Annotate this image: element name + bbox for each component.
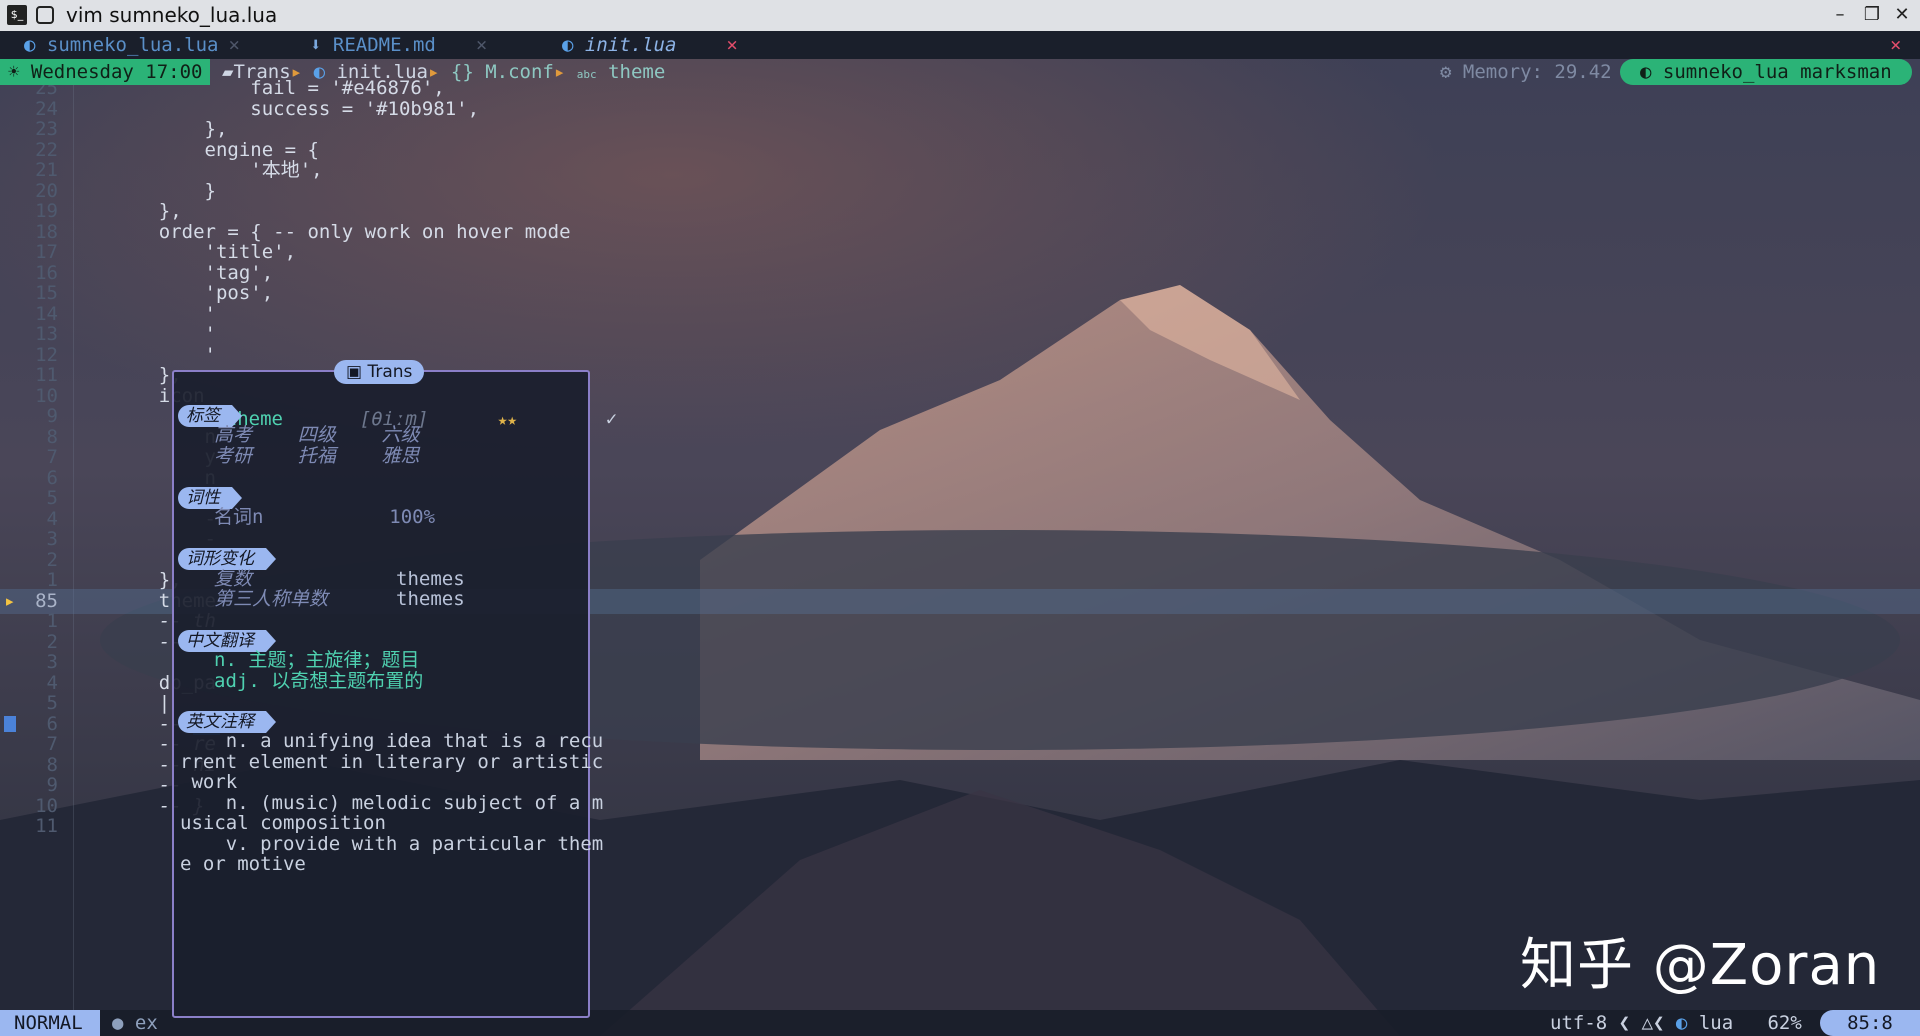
separator-icon: ❮ (1618, 1012, 1631, 1034)
date-time-block: ☀ Wednesday 17:00 (0, 59, 210, 85)
filetype: lua (1698, 1012, 1734, 1034)
mode-indicator: NORMAL (0, 1010, 100, 1036)
window-icon (36, 6, 54, 24)
lua-file-icon: ◐ (24, 34, 36, 56)
chevron-right-icon: ▸ (553, 61, 566, 83)
tab-readme[interactable]: ⬇ README.md × (310, 31, 487, 59)
tab-close-icon[interactable]: × (726, 34, 737, 56)
lua-file-icon: ◐ (313, 61, 326, 83)
lua-file-icon: ◐ (562, 34, 574, 56)
separator-icon: ❮ (1653, 1012, 1665, 1034)
folder-icon: ▰ (222, 61, 234, 83)
definition-line: e or motive (180, 853, 306, 875)
tab-init-lua[interactable]: ◐ init.lua × (562, 31, 738, 59)
frequency-stars: ★★ (497, 410, 518, 429)
breadcrumb: ▰Trans▸ ◐ init.lua▸ {} M.conf▸ abc theme (222, 59, 665, 88)
tab-label: README.md (332, 34, 436, 56)
exchange-value: themes (396, 588, 465, 610)
exchange-label: 第三人称单数 (214, 588, 329, 610)
date-time: Wednesday 17:00 (30, 61, 203, 83)
breadcrumb-table[interactable]: M.conf (485, 61, 554, 83)
cursor-position: 85:8 (1820, 1010, 1920, 1036)
chevron-right-icon: ▸ (290, 61, 303, 83)
watermark: 知乎 @Zoran (1520, 933, 1881, 998)
github-icon: ● (112, 1012, 124, 1034)
minimize-button[interactable]: – (1828, 4, 1852, 26)
memory-indicator: ⚙ Memory: 29.42 (1440, 59, 1612, 85)
line-number: 11 (35, 815, 58, 837)
breadcrumb-folder[interactable]: Trans (233, 61, 290, 83)
sun-icon: ☀ (8, 61, 20, 83)
breadcrumb-field[interactable]: theme (608, 61, 665, 83)
git-branch: ex (134, 1012, 158, 1034)
buffer-tabline: ◐ sumneko_lua.lua × ⬇ README.md × ◐ init.l… (0, 31, 1920, 59)
window-titlebar: $_ vim sumneko_lua.lua – ❐ ✕ (0, 0, 1920, 31)
scroll-percent: 62% (1767, 1012, 1802, 1034)
tab-close-icon[interactable]: × (476, 34, 487, 56)
close-all-tabs-icon[interactable]: × (1890, 31, 1901, 59)
tags-row: 考研 托福 雅思 (214, 445, 420, 467)
object-icon: {} (450, 61, 474, 83)
terminal-app-icon: $_ (7, 5, 27, 25)
check-icon: ✓ (605, 408, 618, 430)
markdown-file-icon: ⬇ (310, 34, 322, 56)
string-icon: abc (576, 68, 597, 81)
tab-sumneko-lua[interactable]: ◐ sumneko_lua.lua × (24, 31, 240, 59)
definition-line: rrent element in literary or artistic (180, 751, 604, 773)
lsp-status: ◐ sumneko_lua marksman (1620, 59, 1912, 85)
lsp-clients: sumneko_lua marksman (1662, 61, 1892, 83)
translate-icon: ▣ (346, 362, 363, 382)
chevron-right-icon: ▸ (427, 61, 440, 83)
tab-close-icon[interactable]: × (229, 34, 240, 56)
translation-popup: ▣ Trans theme [θiːm] ★★ ✓ 标签 高考 四级 六级 考研… (172, 360, 617, 1018)
lua-file-icon: ◐ (1675, 1012, 1688, 1034)
close-window-button[interactable]: ✕ (1890, 4, 1914, 26)
translation-line: adj. 以奇想主题布置的 (214, 670, 424, 692)
pos-line: 名词n 100% (214, 506, 436, 528)
file-info: utf-8 ❮ △❮ ◐ lua 62% (1550, 1010, 1802, 1036)
encoding: utf-8 (1550, 1012, 1608, 1034)
breadcrumb-file[interactable]: init.lua (336, 61, 428, 83)
window-title: vim sumneko_lua.lua (66, 3, 278, 27)
popup-title-text: Trans (367, 362, 413, 382)
linux-icon: △ (1641, 1012, 1654, 1034)
winbar: ☀ Wednesday 17:00 ▰Trans▸ ◐ init.lua▸ {}… (0, 59, 1920, 85)
git-block: ● ex (112, 1010, 158, 1036)
gear-icon: ⚙ (1440, 61, 1452, 83)
lsp-icon: ◐ (1640, 61, 1652, 83)
memory-text: Memory: 29.42 (1462, 61, 1612, 83)
tab-label: init.lua (584, 34, 677, 56)
maximize-button[interactable]: ❐ (1860, 4, 1884, 26)
popup-title: ▣ Trans (334, 360, 425, 384)
tab-label: sumneko_lua.lua (46, 34, 219, 56)
